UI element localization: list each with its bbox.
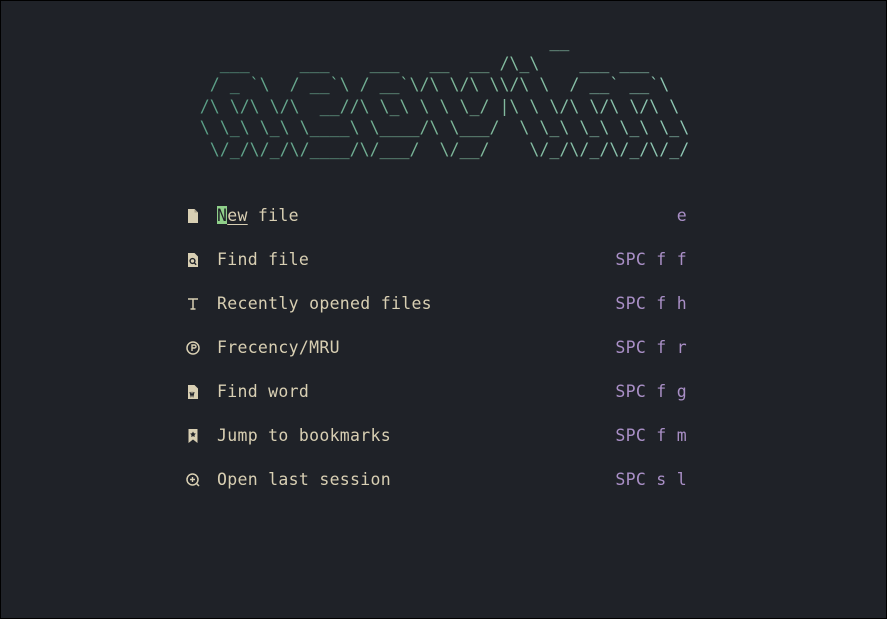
menu-item-new-file[interactable]: New file e <box>185 200 695 244</box>
menu-item-label: Recently opened files <box>217 294 432 313</box>
menu-item-label: Frecency/MRU <box>217 338 340 357</box>
menu-item-shortcut: SPC f m <box>615 426 687 445</box>
menu-item-recent-files[interactable]: Recently opened files SPC f h <box>185 288 695 332</box>
menu-item-shortcut: SPC s l <box>615 470 687 489</box>
session-icon <box>185 472 201 488</box>
menu-item-label: New file <box>217 206 299 225</box>
frecency-icon <box>185 340 201 356</box>
history-icon <box>185 296 201 312</box>
menu-item-shortcut: SPC f g <box>615 382 687 401</box>
menu-item-last-session[interactable]: Open last session SPC s l <box>185 464 695 508</box>
ascii-banner: __ ___ ___ ___ __ __ /\_\ ___ ___ / _ `\… <box>1 31 887 160</box>
menu-item-bookmarks[interactable]: Jump to bookmarks SPC f m <box>185 420 695 464</box>
search-file-icon <box>185 252 201 268</box>
menu-item-label: Jump to bookmarks <box>217 426 391 445</box>
editor-window: __ ___ ___ ___ __ __ /\_\ ___ ___ / _ `\… <box>0 0 887 619</box>
menu-item-label: Find file <box>217 250 310 269</box>
dashboard-menu: New file e Find file SPC f f Recently op… <box>185 200 695 508</box>
menu-item-label: Find word <box>217 382 310 401</box>
ascii-art-logo: __ ___ ___ ___ __ __ /\_\ ___ ___ / _ `\… <box>199 32 690 159</box>
menu-item-shortcut: SPC f r <box>615 338 687 357</box>
bookmark-icon <box>185 428 201 444</box>
file-icon <box>185 208 201 224</box>
menu-item-label: Open last session <box>217 470 391 489</box>
word-file-icon <box>185 384 201 400</box>
menu-item-find-file[interactable]: Find file SPC f f <box>185 244 695 288</box>
menu-item-shortcut: SPC f f <box>615 250 687 269</box>
text-cursor: N <box>217 206 228 225</box>
menu-item-frecency[interactable]: Frecency/MRU SPC f r <box>185 332 695 376</box>
menu-item-shortcut: e <box>676 206 687 225</box>
menu-item-shortcut: SPC f h <box>615 294 687 313</box>
menu-item-find-word[interactable]: Find word SPC f g <box>185 376 695 420</box>
